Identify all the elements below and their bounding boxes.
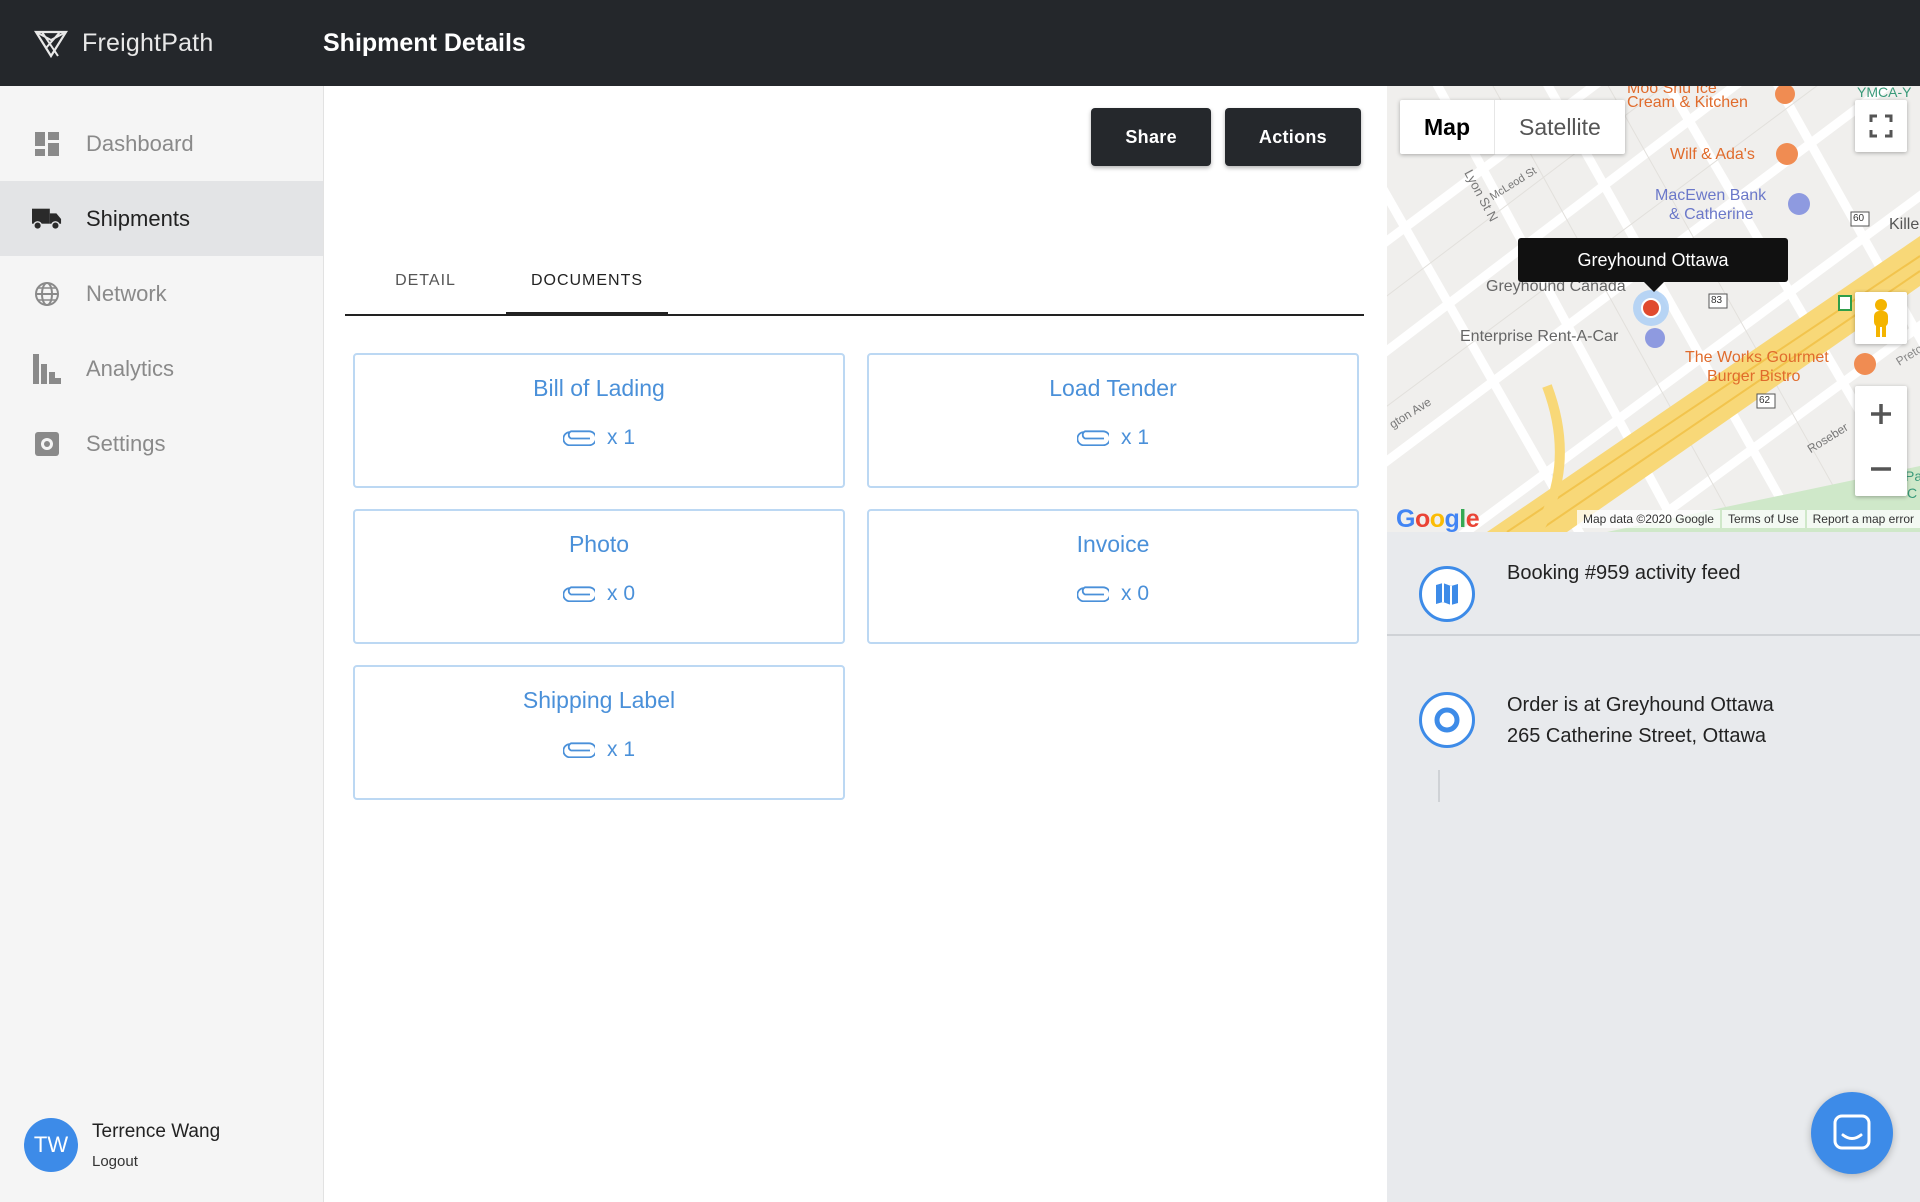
activity-item-status: Order is at Greyhound Ottawa [1507, 694, 1774, 716]
map-type-satellite-button[interactable]: Satellite [1495, 100, 1625, 154]
paperclip-icon [1076, 586, 1109, 602]
document-count: x 0 [606, 582, 635, 605]
map-label: C [1907, 485, 1918, 501]
user-name: Terrence Wang [92, 1120, 221, 1142]
route-shield-label: 60 [1853, 213, 1865, 224]
plus-icon [1871, 403, 1891, 424]
zoom-in-button[interactable] [1855, 386, 1907, 441]
page-title: Shipment Details [323, 28, 526, 57]
sidebar-item-shipments[interactable]: Shipments [0, 181, 323, 256]
sidebar-item-label: Dashboard [86, 130, 194, 156]
route-shield-label: 83 [1711, 295, 1723, 306]
dashboard-icon [32, 129, 62, 159]
paperclip-icon [562, 586, 595, 602]
route-shield-label: 62 [1759, 395, 1771, 406]
map-label: Enterprise Rent-A-Car [1460, 328, 1619, 345]
paperclip-icon [1076, 430, 1109, 446]
map-label: Pa [1905, 468, 1920, 484]
minus-icon [1871, 466, 1891, 471]
location-target-icon [1419, 692, 1475, 748]
document-count: x 1 [606, 738, 635, 761]
top-bar: FreightPath Shipment Details [0, 0, 1920, 86]
user-profile: TW Terrence Wang Logout [24, 1118, 220, 1172]
fullscreen-button[interactable] [1855, 100, 1907, 152]
document-count: x 0 [1120, 582, 1149, 605]
gear-icon [32, 429, 62, 459]
avatar[interactable]: TW [24, 1118, 78, 1172]
document-count: x 1 [1120, 426, 1149, 449]
right-panel: Moo Shu Ice Cream & Kitchen YMCA-Y Wilf … [1387, 86, 1920, 1202]
sidebar-item-network[interactable]: Network [0, 256, 323, 331]
document-count: x 1 [606, 426, 635, 449]
logout-link[interactable]: Logout [92, 1153, 220, 1170]
sidebar-item-settings[interactable]: Settings [0, 406, 323, 481]
activity-feed-item: Order is at Greyhound Ottawa 265 Catheri… [1507, 690, 1774, 752]
bar-chart-icon [32, 353, 62, 384]
map-label: Wilf & Ada's [1670, 146, 1755, 163]
paperclip-icon [562, 742, 595, 758]
tab-detail[interactable]: DETAIL [345, 226, 506, 314]
map-label: Cream & Kitchen [1627, 94, 1748, 111]
actions-button[interactable]: Actions [1224, 108, 1361, 166]
map-report-link[interactable]: Report a map error [1806, 510, 1920, 528]
map-label: & Catherine [1669, 206, 1754, 223]
tab-bar: DETAIL DOCUMENTS [345, 226, 1364, 316]
sidebar-item-analytics[interactable]: Analytics [0, 331, 323, 406]
zoom-out-button[interactable] [1855, 441, 1907, 496]
map-footer: Google Map data ©2020 Google Terms of Us… [1387, 504, 1920, 533]
document-card-photo[interactable]: Photo x 0 [353, 509, 845, 644]
map-attribution: Map data ©2020 Google [1577, 510, 1720, 528]
activity-feed-header: Booking #959 activity feed [1387, 532, 1920, 636]
map-label: YMCA-Y [1857, 86, 1912, 100]
map-type-map-button[interactable]: Map [1400, 100, 1495, 154]
sidebar-item-dashboard[interactable]: Dashboard [0, 106, 323, 181]
document-title: Shipping Label [522, 687, 676, 713]
tab-documents[interactable]: DOCUMENTS [506, 226, 668, 316]
sidebar-item-label: Settings [86, 430, 166, 456]
chat-launcher-button[interactable] [1811, 1092, 1893, 1174]
document-title: Invoice [1076, 531, 1150, 557]
paperclip-icon [562, 430, 595, 446]
map[interactable]: Moo Shu Ice Cream & Kitchen YMCA-Y Wilf … [1387, 86, 1920, 532]
document-title: Bill of Lading [533, 375, 665, 401]
globe-icon [32, 279, 62, 309]
google-logo: Google [1396, 504, 1480, 533]
map-type-toggle: Map Satellite [1400, 100, 1625, 154]
map-book-icon [1419, 566, 1475, 622]
document-card-bill-of-lading[interactable]: Bill of Lading x 1 [353, 353, 845, 488]
sidebar: Dashboard Shipments Network Analytics Se… [0, 86, 324, 1202]
sidebar-item-label: Network [86, 280, 167, 306]
map-label: The Works Gourmet [1685, 349, 1829, 366]
map-label: Burger Bistro [1707, 368, 1801, 385]
map-terms-link[interactable]: Terms of Use [1721, 510, 1805, 528]
map-label: MacEwen Bank [1655, 187, 1767, 204]
timeline-connector [1438, 770, 1440, 802]
toolbar: Share Actions [1091, 108, 1361, 166]
document-card-load-tender[interactable]: Load Tender x 1 [867, 353, 1359, 488]
freightpath-logo-icon [34, 30, 68, 59]
zoom-control [1855, 386, 1907, 496]
document-title: Load Tender [1049, 375, 1177, 401]
document-card-shipping-label[interactable]: Shipping Label x 1 [353, 665, 845, 800]
truck-icon [32, 204, 62, 234]
brand[interactable]: FreightPath [0, 26, 323, 60]
main-content: Share Actions DETAIL DOCUMENTS Bill of L… [324, 86, 1387, 1202]
document-card-invoice[interactable]: Invoice x 0 [867, 509, 1359, 644]
activity-feed-title: Booking #959 activity feed [1507, 562, 1741, 584]
pegman-icon [1874, 299, 1888, 337]
map-label: Kille [1889, 216, 1920, 233]
map-marker-tooltip: Greyhound Ottawa [1518, 238, 1788, 292]
fullscreen-icon [1869, 114, 1893, 138]
share-button[interactable]: Share [1091, 108, 1211, 166]
sidebar-item-label: Analytics [86, 355, 175, 381]
document-title: Photo [568, 531, 630, 557]
activity-item-address: 265 Catherine Street, Ottawa [1507, 725, 1767, 747]
sidebar-item-label: Shipments [86, 205, 190, 231]
brand-name: FreightPath [82, 28, 214, 57]
chat-icon [1833, 1114, 1871, 1150]
street-view-button[interactable] [1855, 292, 1907, 344]
